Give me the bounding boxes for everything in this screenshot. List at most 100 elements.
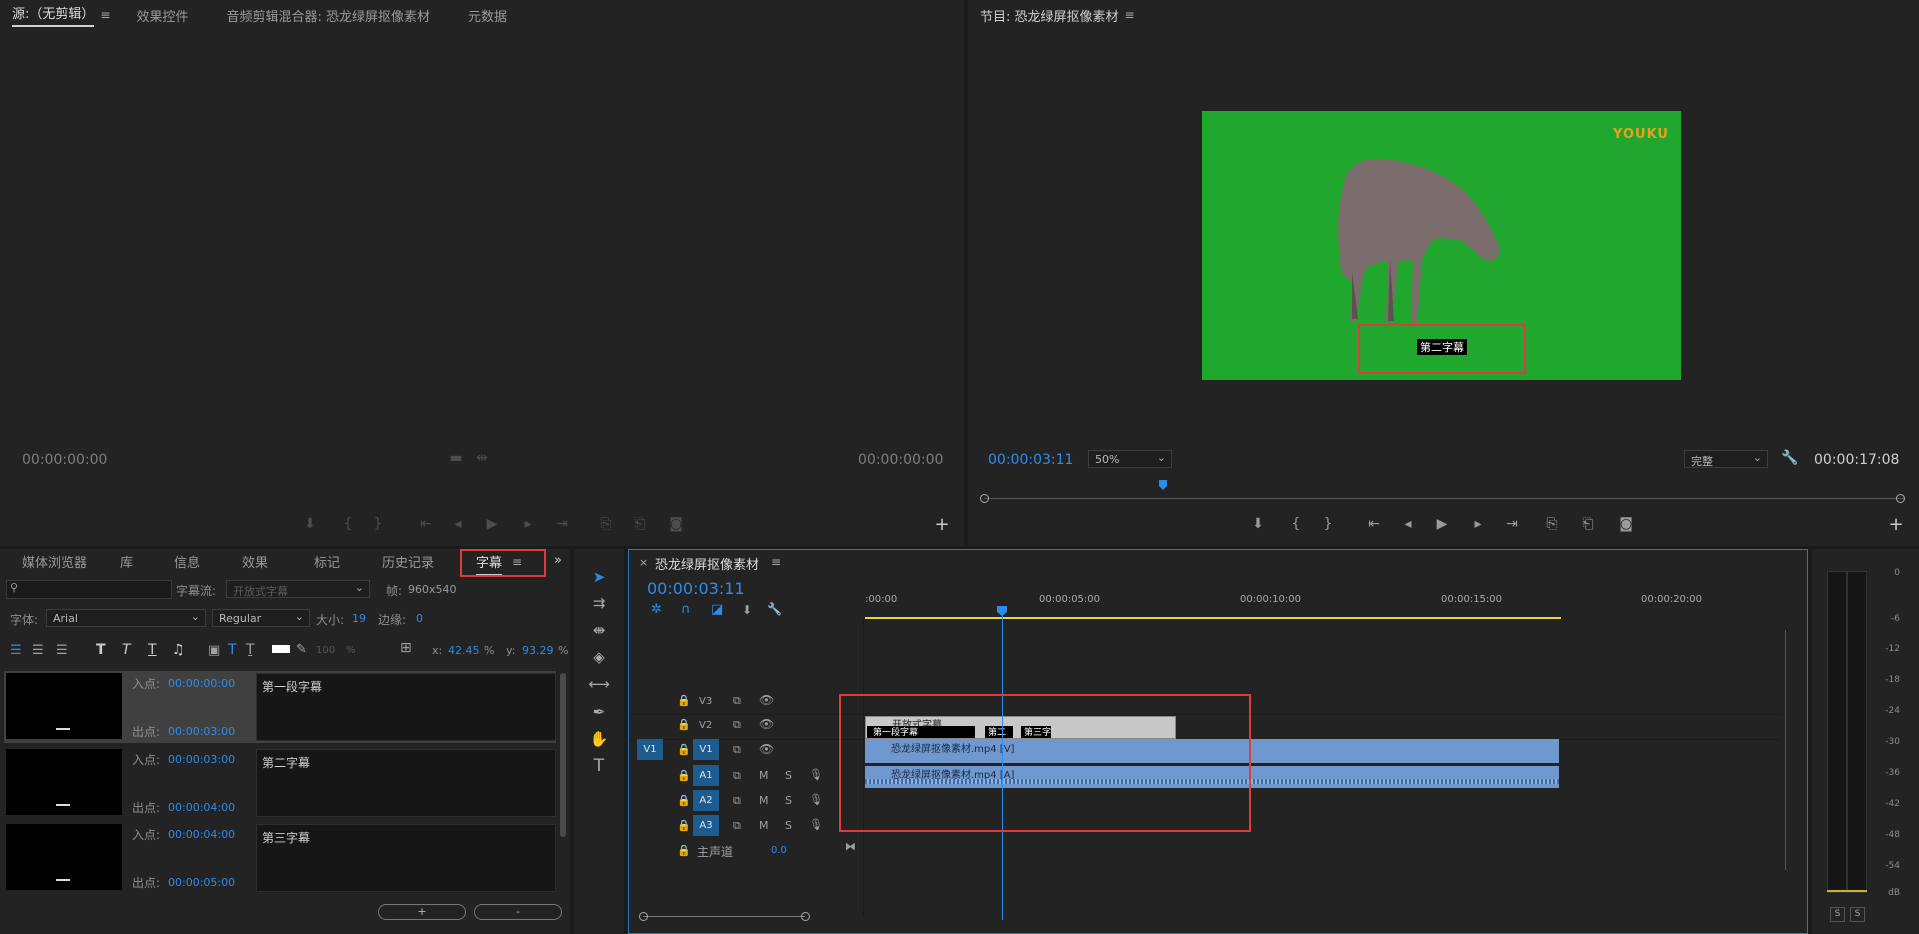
vertical-scrollbar[interactable]: [1785, 630, 1786, 870]
step-forward-icon[interactable]: ▸: [1468, 516, 1488, 532]
program-title[interactable]: 节目: 恐龙绿屏抠像素材: [980, 6, 1119, 25]
sync-lock-icon[interactable]: ⧉: [733, 694, 741, 708]
caption-search-input[interactable]: ⚲: [6, 580, 172, 599]
solo-button[interactable]: S: [785, 769, 792, 782]
program-scrub-bar[interactable]: [984, 498, 1904, 499]
tab-info[interactable]: 信息: [174, 552, 200, 571]
tab-source[interactable]: 源:（无剪辑）: [12, 3, 95, 27]
timeline-timecode[interactable]: 00:00:03:11: [647, 579, 745, 598]
timeline-playhead[interactable]: [1002, 614, 1003, 920]
panel-menu-icon[interactable]: ≡: [512, 555, 522, 569]
play-icon[interactable]: ▶: [1432, 516, 1452, 532]
caption-text[interactable]: 第二字幕: [256, 749, 556, 817]
eyedropper-icon[interactable]: ✎: [296, 642, 307, 657]
caption-list-scrollbar[interactable]: [560, 673, 566, 837]
source-timecode-left[interactable]: 00:00:00:00: [22, 452, 107, 468]
wrench-icon[interactable]: 🔧: [1780, 450, 1800, 466]
timeline-scroll-handle[interactable]: [643, 916, 805, 917]
selection-tool-icon[interactable]: ➤: [588, 566, 610, 588]
marker-icon[interactable]: ⬇: [1248, 516, 1268, 532]
zoom-select[interactable]: 50%: [1088, 450, 1172, 468]
razor-tool-icon[interactable]: ◈: [588, 646, 610, 668]
sync-lock-icon[interactable]: ⧉: [733, 794, 741, 808]
program-timecode[interactable]: 00:00:03:11: [988, 452, 1073, 468]
video-clip[interactable]: 恐龙绿屏抠像素材.mp4 [V]: [865, 739, 1559, 763]
mute-button[interactable]: M: [759, 769, 769, 782]
lock-icon[interactable]: 🔒: [677, 743, 691, 756]
microphone-icon[interactable]: 🎙: [809, 768, 823, 781]
add-button-icon[interactable]: +: [932, 514, 952, 535]
size-value[interactable]: 19: [352, 612, 366, 625]
scroll-end-handle[interactable]: [801, 912, 810, 921]
lock-icon[interactable]: 🔒: [677, 694, 691, 707]
caption-clip-3[interactable]: 第三字: [1021, 726, 1051, 738]
track-target-a1[interactable]: A1: [693, 765, 719, 786]
track-label-v3[interactable]: V3: [699, 696, 712, 707]
bold-icon[interactable]: T: [96, 642, 106, 658]
tab-metadata[interactable]: 元数据: [468, 6, 507, 25]
meter-solo-right[interactable]: S: [1850, 907, 1865, 922]
underline-icon[interactable]: T: [148, 642, 157, 658]
trim-icon[interactable]: ⇹: [472, 450, 492, 466]
color-swatch[interactable]: [272, 645, 290, 653]
remove-caption-button[interactable]: -: [474, 904, 562, 920]
lock-icon[interactable]: 🔒: [677, 819, 691, 832]
microphone-icon[interactable]: 🎙: [809, 818, 823, 831]
master-end-icon[interactable]: ⧓: [845, 840, 856, 853]
panel-menu-icon[interactable]: ≡: [1125, 8, 1135, 22]
caption-item[interactable]: 入点: 00:00:04:00 出点: 00:00:05:00 第三字幕: [4, 822, 556, 894]
align-right-icon[interactable]: ☰: [56, 643, 68, 658]
edge-value[interactable]: 0: [416, 612, 423, 625]
add-button-icon[interactable]: +: [1886, 514, 1906, 535]
caption-clip-2[interactable]: 第二: [985, 726, 1013, 738]
tab-markers[interactable]: 标记: [314, 552, 340, 571]
type-tool-icon[interactable]: T: [588, 755, 610, 777]
mute-button[interactable]: M: [759, 794, 769, 807]
mark-in-icon[interactable]: {: [338, 516, 358, 532]
tab-audio-mixer[interactable]: 音频剪辑混合器: 恐龙绿屏抠像素材: [226, 6, 430, 25]
scrub-end-handle[interactable]: [1896, 494, 1905, 503]
add-marker-icon[interactable]: ⬇: [742, 603, 752, 617]
eye-icon[interactable]: 👁: [759, 717, 774, 731]
mark-out-icon[interactable]: }: [368, 516, 388, 532]
mark-in-icon[interactable]: {: [1286, 516, 1306, 532]
caption-text[interactable]: 第三字幕: [256, 824, 556, 892]
step-back-icon[interactable]: ◂: [448, 516, 468, 532]
work-area-bar[interactable]: [865, 617, 1561, 619]
caption-in-time[interactable]: 00:00:03:00: [168, 753, 235, 766]
caption-in-time[interactable]: 00:00:00:00: [168, 677, 235, 690]
close-icon[interactable]: ×: [639, 556, 648, 569]
tab-libraries[interactable]: 库: [120, 552, 133, 571]
panel-menu-icon[interactable]: ≡: [100, 8, 110, 22]
microphone-icon[interactable]: 🎙: [809, 793, 823, 806]
add-caption-button[interactable]: +: [378, 904, 466, 920]
marker-icon[interactable]: ⬇: [300, 516, 320, 532]
mute-button[interactable]: M: [759, 819, 769, 832]
export-frame-icon[interactable]: ◙: [1616, 516, 1636, 532]
snap-icon[interactable]: ∩: [681, 602, 691, 617]
master-volume-value[interactable]: 0.0: [771, 845, 787, 856]
caption-item[interactable]: 入点: 00:00:00:00 出点: 00:00:03:00 第一段字幕: [4, 671, 556, 743]
caption-out-time[interactable]: 00:00:05:00: [168, 876, 235, 889]
nest-icon[interactable]: ✲: [651, 602, 662, 617]
lift-icon[interactable]: ⎘: [1542, 516, 1562, 532]
caption-out-time[interactable]: 00:00:03:00: [168, 725, 235, 738]
track-target-a2[interactable]: A2: [693, 790, 719, 811]
hand-tool-icon[interactable]: ✋: [588, 728, 610, 750]
background-color-icon[interactable]: ▣: [208, 643, 220, 658]
tab-history[interactable]: 历史记录: [382, 552, 434, 571]
quality-select[interactable]: 完整: [1684, 450, 1768, 468]
font-style-select[interactable]: Regular: [212, 609, 310, 627]
insert-icon[interactable]: ⎘: [596, 516, 616, 532]
go-to-out-icon[interactable]: ⇥: [1502, 516, 1522, 532]
overflow-chevron-icon[interactable]: »: [554, 553, 562, 568]
font-select[interactable]: Arial: [46, 609, 206, 627]
slip-tool-icon[interactable]: ⟷: [588, 673, 610, 695]
ripple-edit-tool-icon[interactable]: ⇼: [588, 619, 610, 641]
edge-color-icon[interactable]: Ṯ: [246, 642, 255, 658]
program-playhead[interactable]: [1159, 480, 1167, 490]
text-color-icon[interactable]: T: [228, 642, 237, 658]
tab-effect-controls[interactable]: 效果控件: [136, 6, 188, 25]
music-note-icon[interactable]: ♫: [172, 642, 185, 658]
caption-item[interactable]: 入点: 00:00:03:00 出点: 00:00:04:00 第二字幕: [4, 747, 556, 819]
